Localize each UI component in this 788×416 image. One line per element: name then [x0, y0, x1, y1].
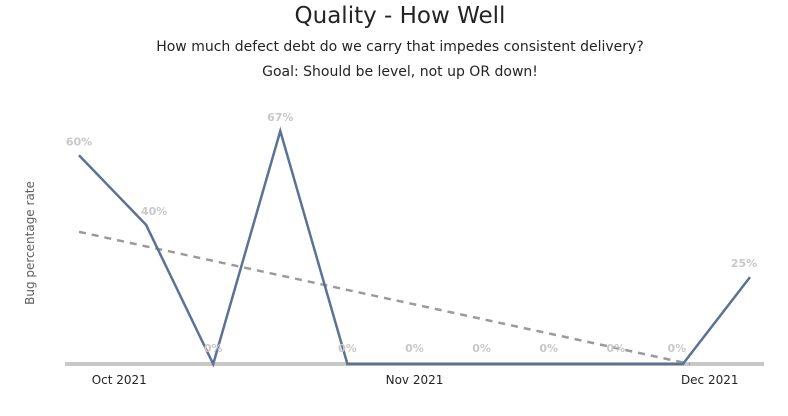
x-tick-label: Dec 2021	[681, 373, 739, 387]
data-label: 0%	[472, 342, 491, 355]
trend-line	[78, 230, 691, 366]
data-label: 0%	[338, 342, 357, 355]
x-tick-label: Oct 2021	[92, 373, 147, 387]
data-label: 67%	[267, 111, 293, 124]
y-axis-label: Bug percentage rate	[23, 181, 37, 305]
data-label: 25%	[731, 257, 757, 270]
x-tick-label: Nov 2021	[386, 373, 444, 387]
data-label: 40%	[141, 205, 167, 218]
data-labels: 60% 40% 0% 67% 0% 0% 0% 0% 0% 0% 25%	[66, 111, 757, 355]
x-axis-ticks: Oct 2021 Nov 2021 Dec 2021	[92, 373, 739, 387]
series-line	[78, 126, 751, 368]
data-label: 0%	[606, 342, 625, 355]
line-chart: Bug percentage rate 60% 40% 0% 67% 0% 0% 0% 0% 0…	[23, 111, 764, 387]
data-label: 0%	[204, 342, 223, 355]
data-label: 0%	[405, 342, 424, 355]
data-label: 0%	[539, 342, 558, 355]
data-label: 0%	[668, 342, 687, 355]
data-label: 60%	[66, 135, 92, 148]
